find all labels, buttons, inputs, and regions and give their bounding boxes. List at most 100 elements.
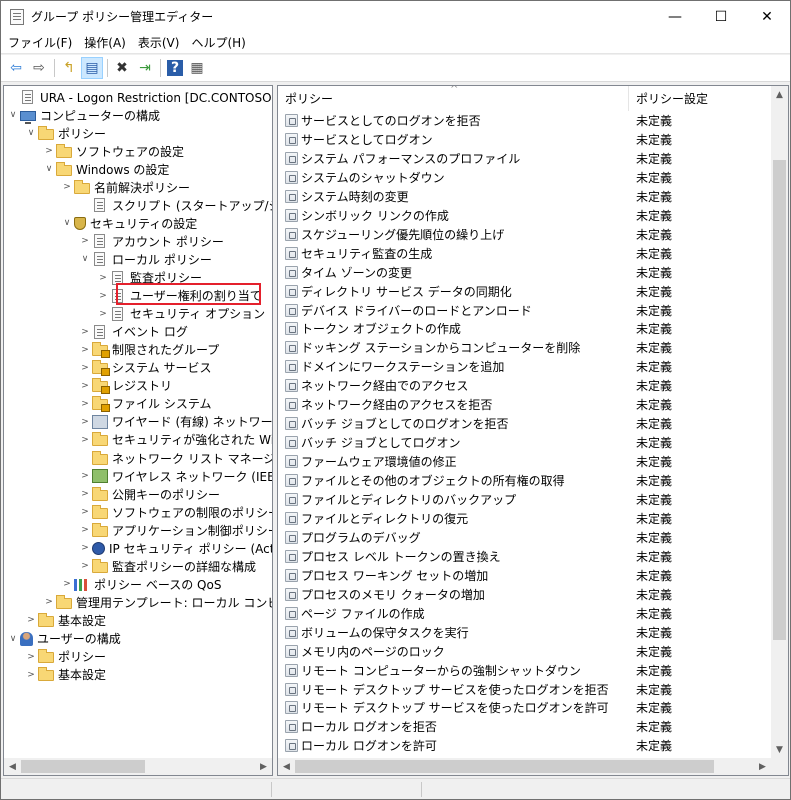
policy-row[interactable]: システム パフォーマンスのプロファイル 未定義 xyxy=(278,149,772,168)
policy-row[interactable]: リモート デスクトップ サービスを使ったログオンを許可 未定義 xyxy=(278,698,772,717)
tree-item[interactable]: ∨ ポリシー xyxy=(24,124,106,142)
expand-chevron-icon[interactable]: > xyxy=(78,507,92,517)
delete-icon[interactable]: ✖ xyxy=(111,57,133,79)
expand-chevron-icon[interactable]: > xyxy=(24,615,38,625)
tree-item[interactable]: URA - Logon Restriction [DC.CONTOSO.COM]… xyxy=(6,88,272,106)
collapse-chevron-icon[interactable]: ∨ xyxy=(24,128,38,138)
tree-item[interactable]: ∨ セキュリティの設定 xyxy=(60,214,197,232)
console-tree[interactable]: URA - Logon Restriction [DC.CONTOSO.COM]… xyxy=(3,85,273,776)
policy-row[interactable]: ドッキング ステーションからコンピューターを削除 未定義 xyxy=(278,338,772,357)
policy-row[interactable]: ファイルとディレクトリの復元 未定義 xyxy=(278,509,772,528)
policy-row[interactable]: リモート コンピューターからの強制シャットダウン 未定義 xyxy=(278,661,772,680)
policy-row[interactable]: ネットワーク経由のアクセスを拒否 未定義 xyxy=(278,395,772,414)
policy-row[interactable]: ローカル ログオンを許可 未定義 xyxy=(278,736,772,755)
policy-row[interactable]: メモリ内のページのロック 未定義 xyxy=(278,642,772,661)
policy-row[interactable]: ネットワーク経由でのアクセス 未定義 xyxy=(278,376,772,395)
list-vscroll-thumb[interactable] xyxy=(773,160,786,640)
policy-row[interactable]: サービスとしてログオン 未定義 xyxy=(278,130,772,149)
list-horizontal-scrollbar[interactable]: ◀ ▶ xyxy=(278,758,771,775)
policy-row[interactable]: ページ ファイルの作成 未定義 xyxy=(278,604,772,623)
tree-item[interactable]: > 基本設定 xyxy=(24,611,106,629)
tree-item[interactable]: > 監査ポリシー xyxy=(96,269,202,287)
collapse-chevron-icon[interactable]: ∨ xyxy=(78,254,92,264)
back-arrow-icon[interactable]: ⇦ xyxy=(5,57,27,79)
tree-item[interactable]: > 基本設定 xyxy=(24,666,106,684)
tree-item[interactable]: > ファイル システム xyxy=(78,395,211,413)
properties-icon[interactable]: ▦ xyxy=(186,57,208,79)
tree-item[interactable]: スクリプト (スタートアップ/シャットダウン) xyxy=(78,196,272,214)
tree-item[interactable]: > セキュリティ オプション xyxy=(96,305,265,323)
policy-row[interactable]: ローカル ログオンを拒否 未定義 xyxy=(278,717,772,736)
tree-item[interactable]: > 公開キーのポリシー xyxy=(78,485,220,503)
expand-chevron-icon[interactable]: > xyxy=(78,381,92,391)
policy-row[interactable]: プログラムのデバッグ 未定義 xyxy=(278,528,772,547)
policy-row[interactable]: プロセス ワーキング セットの増加 未定義 xyxy=(278,566,772,585)
policy-row[interactable]: スケジューリング優先順位の繰り上げ 未定義 xyxy=(278,225,772,244)
policy-row[interactable]: ディレクトリ サービス データの同期化 未定義 xyxy=(278,282,772,301)
up-folder-icon[interactable]: ↰ xyxy=(58,57,80,79)
policy-row[interactable]: プロセス レベル トークンの置き換え 未定義 xyxy=(278,547,772,566)
collapse-chevron-icon[interactable]: ∨ xyxy=(60,218,74,228)
tree-item[interactable]: > 名前解決ポリシー xyxy=(60,178,190,196)
expand-chevron-icon[interactable]: > xyxy=(78,399,92,409)
help-icon[interactable]: ? xyxy=(167,60,183,76)
expand-chevron-icon[interactable]: > xyxy=(42,597,56,607)
menu-action[interactable]: 操作(A) xyxy=(77,34,131,51)
policy-row[interactable]: ファームウェア環境値の修正 未定義 xyxy=(278,452,772,471)
expand-chevron-icon[interactable]: > xyxy=(42,146,56,156)
expand-chevron-icon[interactable]: > xyxy=(96,273,110,283)
tree-item[interactable]: > IP セキュリティ ポリシー (Active Directory) xyxy=(78,539,272,557)
policy-row[interactable]: デバイス ドライバーのロードとアンロード 未定義 xyxy=(278,301,772,320)
expand-chevron-icon[interactable]: > xyxy=(78,561,92,571)
tree-item[interactable]: > セキュリティが強化された Windows Defender ファイアウォール xyxy=(78,431,272,449)
scroll-up-button[interactable]: ▲ xyxy=(771,86,788,103)
tree-item[interactable]: > ソフトウェアの制限のポリシー xyxy=(78,503,272,521)
tree-item[interactable]: ネットワーク リスト マネージャー ポリシー xyxy=(78,449,272,467)
tree-item[interactable]: > 管理用テンプレート: ローカル コンピューターから取得したポリシー定義 xyxy=(42,593,272,611)
scroll-right-button[interactable]: ▶ xyxy=(255,758,272,775)
tree-item[interactable]: > ワイヤード (有線) ネットワーク (IEEE 802.3) ポリシー xyxy=(78,413,272,431)
policy-row[interactable]: プロセスのメモリ クォータの増加 未定義 xyxy=(278,585,772,604)
policy-row[interactable]: タイム ゾーンの変更 未定義 xyxy=(278,263,772,282)
policy-row[interactable]: システムのシャットダウン 未定義 xyxy=(278,168,772,187)
scroll-left-button[interactable]: ◀ xyxy=(4,758,21,775)
export-list-icon[interactable]: ⇥ xyxy=(134,57,156,79)
tree-item[interactable]: > イベント ログ xyxy=(78,323,188,341)
policy-row[interactable]: ドメインにワークステーションを追加 未定義 xyxy=(278,357,772,376)
expand-chevron-icon[interactable]: > xyxy=(96,309,110,319)
collapse-chevron-icon[interactable]: ∨ xyxy=(6,634,20,644)
expand-chevron-icon[interactable]: > xyxy=(78,435,92,445)
policy-row[interactable]: トークン オブジェクトの作成 未定義 xyxy=(278,319,772,338)
collapse-chevron-icon[interactable]: ∨ xyxy=(6,110,20,120)
menu-view[interactable]: 表示(V) xyxy=(131,34,185,51)
forward-arrow-icon[interactable]: ⇨ xyxy=(28,57,50,79)
scroll-left-button[interactable]: ◀ xyxy=(278,758,295,775)
policy-row[interactable]: ファイルとディレクトリのバックアップ 未定義 xyxy=(278,490,772,509)
expand-chevron-icon[interactable]: > xyxy=(24,652,38,662)
tree-item[interactable]: > レジストリ xyxy=(78,377,172,395)
tree-item[interactable]: > システム サービス xyxy=(78,359,211,377)
list-hscroll-thumb[interactable] xyxy=(295,760,714,773)
menu-help[interactable]: ヘルプ(H) xyxy=(184,34,250,51)
column-header-setting[interactable]: ポリシー設定 xyxy=(629,86,772,111)
tree-item[interactable]: > ユーザー権利の割り当て xyxy=(96,287,262,305)
tree-item[interactable]: > 制限されたグループ xyxy=(78,341,219,359)
policy-row[interactable]: システム時刻の変更 未定義 xyxy=(278,187,772,206)
policy-row[interactable]: リモート デスクトップ サービスを使ったログオンを拒否 未定義 xyxy=(278,680,772,699)
expand-chevron-icon[interactable]: > xyxy=(78,236,92,246)
tree-item[interactable]: > ソフトウェアの設定 xyxy=(42,142,184,160)
expand-chevron-icon[interactable]: > xyxy=(96,291,110,301)
list-vertical-scrollbar[interactable]: ▲ ▼ xyxy=(771,86,788,758)
policy-list-pane[interactable]: ポリシー ^ ポリシー設定 サービスとしてのログオンを拒否 未定義 サービスとしてロ… xyxy=(277,85,789,776)
expand-chevron-icon[interactable]: > xyxy=(78,417,92,427)
policy-row[interactable]: バッチ ジョブとしてログオン 未定義 xyxy=(278,433,772,452)
tree-item[interactable]: > 監査ポリシーの詳細な構成 xyxy=(78,557,256,575)
tree-item[interactable]: > ワイヤレス ネットワーク (IEEE 802.11) ポリシー xyxy=(78,467,272,485)
expand-chevron-icon[interactable]: > xyxy=(78,543,92,553)
tree-item[interactable]: > ポリシー ベースの QoS xyxy=(60,575,221,593)
expand-chevron-icon[interactable]: > xyxy=(78,345,92,355)
expand-chevron-icon[interactable]: > xyxy=(24,670,38,680)
scroll-right-button[interactable]: ▶ xyxy=(754,758,771,775)
expand-chevron-icon[interactable]: > xyxy=(78,489,92,499)
tree-item[interactable]: > アカウント ポリシー xyxy=(78,232,224,250)
